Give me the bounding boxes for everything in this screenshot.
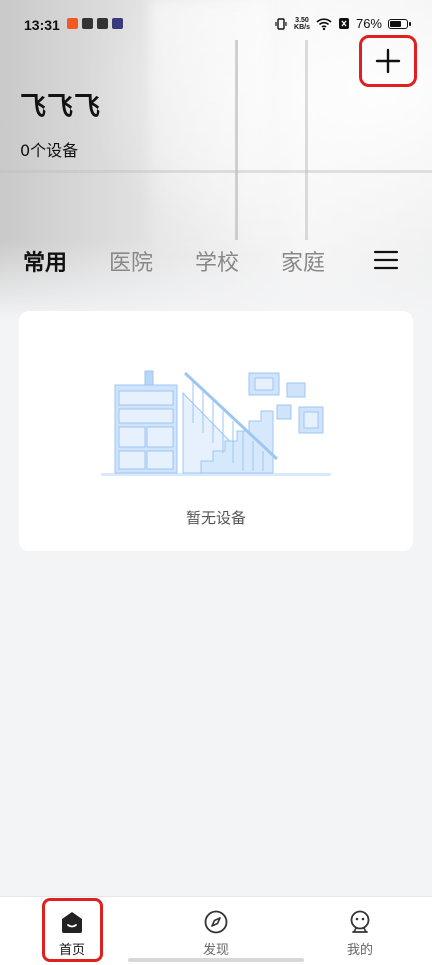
empty-state-text: 暂无设备 (185, 509, 246, 527)
status-indicators: 3.50 KB/s 76% (274, 16, 411, 31)
home-icon (62, 912, 82, 933)
home-name[interactable]: 飞飞飞 (20, 86, 101, 123)
compass-icon (204, 910, 228, 934)
vibrate-icon (275, 17, 287, 30)
bottom-navigation: 首页 发现 我的 (0, 896, 432, 965)
nav-home[interactable]: 首页 (0, 897, 144, 965)
app-notification-icon (67, 18, 78, 29)
battery-fill (390, 20, 401, 27)
notification-icons (67, 18, 123, 29)
sim-icon (338, 18, 349, 29)
add-device-button[interactable] (359, 35, 417, 87)
gesture-bar[interactable] (128, 958, 304, 962)
window-frame (305, 40, 308, 240)
network-speed: 3.50 KB/s (294, 17, 310, 31)
speed-value: 3.50 (295, 16, 309, 24)
tab-home[interactable]: 家庭 (281, 245, 325, 277)
device-count: 0个设备 (20, 141, 79, 160)
plus-icon (375, 48, 401, 74)
speed-unit: KB/s (294, 23, 310, 31)
device-list-card: 暂无设备 (19, 311, 413, 551)
nav-profile-label: 我的 (346, 943, 373, 958)
hamburger-icon (373, 250, 399, 270)
window-frame (235, 40, 238, 240)
tab-hospital[interactable]: 医院 (109, 245, 153, 277)
app-notification-icon (82, 18, 93, 29)
room-tabs: 常用 医院 学校 家庭 (0, 240, 432, 280)
app-notification-icon (112, 18, 123, 29)
nav-discover-label: 发现 (202, 943, 229, 958)
battery-percent: 76% (355, 16, 382, 31)
wifi-icon (316, 17, 332, 30)
clock: 13:31 (24, 17, 60, 33)
tabs-menu-button[interactable] (372, 248, 400, 272)
nav-discover[interactable]: 发现 (144, 897, 288, 965)
profile-icon (350, 910, 370, 933)
tab-common[interactable]: 常用 (23, 245, 67, 277)
nav-profile[interactable]: 我的 (288, 897, 432, 965)
battery-icon (388, 18, 411, 29)
empty-devices-illustration (101, 370, 331, 476)
nav-home-label: 首页 (58, 943, 85, 958)
tab-school[interactable]: 学校 (195, 245, 239, 277)
window-frame (0, 170, 432, 173)
mail-notification-icon (97, 18, 108, 29)
